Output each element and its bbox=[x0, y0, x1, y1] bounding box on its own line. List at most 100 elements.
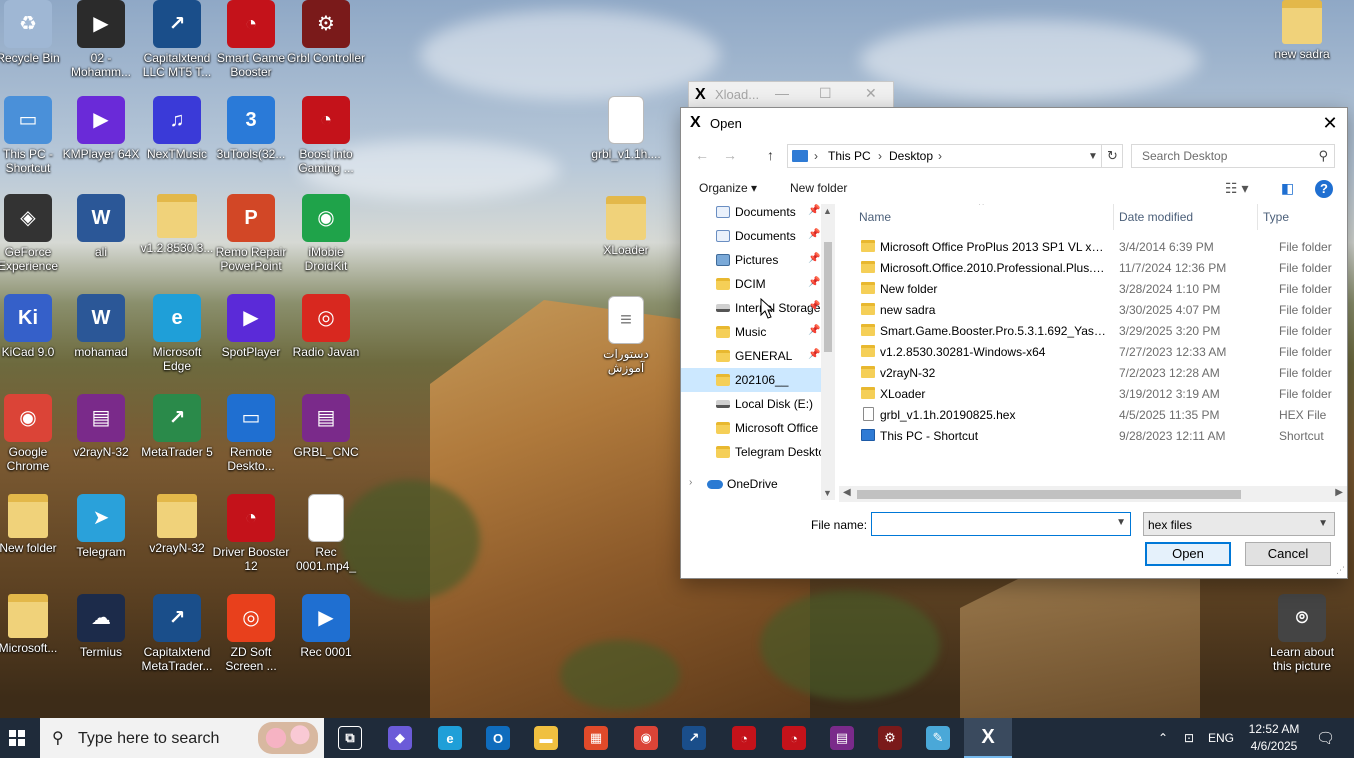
taskbar-app-button[interactable]: ▤ bbox=[818, 718, 866, 758]
taskbar-app-button[interactable]: ⚙ bbox=[866, 718, 914, 758]
scroll-down-icon[interactable]: ▼ bbox=[823, 488, 832, 498]
file-type-select[interactable]: hex files ▼ bbox=[1143, 512, 1335, 536]
desktop-shortcut[interactable]: ◈ GeForce Experience bbox=[0, 194, 68, 273]
desktop-shortcut[interactable]: ▶ 02 - Mohamm... bbox=[61, 0, 141, 79]
file-row[interactable]: v1.2.8530.30281-Windows-x64 7/27/2023 12:… bbox=[839, 341, 1347, 362]
expand-chevron-icon[interactable]: › bbox=[689, 477, 692, 488]
view-options-icon[interactable]: ☷ ▾ bbox=[1225, 180, 1248, 197]
scrollbar-thumb[interactable] bbox=[857, 490, 1241, 499]
start-button[interactable] bbox=[0, 718, 34, 758]
desktop-shortcut[interactable]: e Microsoft Edge bbox=[137, 294, 217, 373]
navigation-scrollbar[interactable]: ▲ ▼ bbox=[821, 204, 835, 500]
desktop-shortcut[interactable]: XLoader bbox=[586, 196, 666, 257]
desktop-shortcut[interactable]: ◔ Boost into Gaming ... bbox=[286, 96, 366, 175]
nav-item[interactable]: Pictures 📌 bbox=[681, 248, 821, 272]
taskbar-app-button[interactable]: ◆ bbox=[376, 718, 424, 758]
taskbar-app-button[interactable]: O bbox=[474, 718, 522, 758]
taskbar-app-button[interactable]: X bbox=[964, 718, 1012, 758]
file-name-input[interactable] bbox=[872, 513, 1108, 535]
desktop-shortcut[interactable]: ⚙ Grbl Controller bbox=[286, 0, 366, 65]
desktop-shortcut[interactable]: ▭ Remote Deskto... bbox=[211, 394, 291, 473]
scroll-up-icon[interactable]: ▲ bbox=[823, 206, 832, 216]
nav-item[interactable]: GENERAL 📌 bbox=[681, 344, 821, 368]
file-row[interactable]: New folder 3/28/2024 1:10 PM File folder bbox=[839, 278, 1347, 299]
taskbar-app-button[interactable]: ⧉ bbox=[326, 718, 374, 758]
breadcrumb-desktop[interactable]: Desktop bbox=[889, 149, 933, 163]
column-name[interactable]: Name bbox=[859, 210, 891, 224]
file-row[interactable]: XLoader 3/19/2012 3:19 AM File folder bbox=[839, 383, 1347, 404]
notifications-icon[interactable]: 🗨 bbox=[1316, 718, 1335, 758]
desktop-shortcut[interactable]: Wali bbox=[61, 194, 141, 259]
nav-item[interactable]: Microsoft Office bbox=[681, 416, 821, 440]
nav-item[interactable]: Documents 📌 bbox=[681, 204, 821, 224]
column-date-modified[interactable]: Date modified bbox=[1119, 210, 1193, 224]
help-icon[interactable]: ? bbox=[1315, 180, 1333, 198]
network-icon[interactable]: ⊡ bbox=[1184, 718, 1194, 758]
desktop-shortcut[interactable]: P Remo Repair PowerPoint bbox=[211, 194, 291, 273]
desktop-shortcut[interactable]: ≡ دستورات آموزش bbox=[586, 296, 666, 375]
column-type[interactable]: Type bbox=[1263, 210, 1289, 224]
taskbar-search-box[interactable]: ⚲ Type here to search bbox=[40, 718, 324, 758]
preview-pane-icon[interactable]: ◧ bbox=[1281, 180, 1294, 197]
desktop-shortcut[interactable]: ◔ Smart Game Booster bbox=[211, 0, 291, 79]
taskbar-app-button[interactable]: ↗ bbox=[670, 718, 718, 758]
file-row[interactable]: grbl_v1.1h.20190825.hex 4/5/2025 11:35 PM… bbox=[839, 404, 1347, 425]
maximize-icon[interactable]: ☐ bbox=[819, 85, 832, 102]
chevron-down-icon[interactable]: ▼ bbox=[1088, 151, 1098, 162]
desktop-shortcut[interactable]: ➤ Telegram bbox=[61, 494, 141, 559]
up-icon[interactable]: ↑ bbox=[767, 147, 774, 163]
minimize-icon[interactable]: — bbox=[775, 85, 789, 101]
nav-item[interactable]: Documents 📌 bbox=[681, 224, 821, 248]
desktop-shortcut[interactable]: Wmohamad bbox=[61, 294, 141, 359]
desktop-shortcut[interactable]: v1.2.8530.3... bbox=[137, 194, 217, 255]
taskbar-app-button[interactable]: ◉ bbox=[622, 718, 670, 758]
desktop-shortcut[interactable]: ◔ Driver Booster 12 bbox=[211, 494, 291, 573]
breadcrumb-this-pc[interactable]: This PC bbox=[828, 149, 871, 163]
chevron-down-icon[interactable]: ▼ bbox=[1116, 517, 1126, 528]
nav-item[interactable]: Local Disk (E:) bbox=[681, 392, 821, 416]
file-name-field[interactable]: ▼ bbox=[871, 512, 1131, 536]
nav-item[interactable]: › OneDrive bbox=[681, 472, 821, 496]
desktop-shortcut[interactable]: ▶ SpotPlayer bbox=[211, 294, 291, 359]
address-bar[interactable]: › This PC › Desktop › ▼ bbox=[787, 144, 1123, 168]
refresh-icon[interactable]: ↻ bbox=[1101, 144, 1123, 168]
desktop-shortcut[interactable]: Ki KiCad 9.0 bbox=[0, 294, 68, 359]
desktop-shortcut[interactable]: ↗ Capitalxtend MetaTrader... bbox=[137, 594, 217, 673]
desktop-shortcut[interactable]: grbl_v1.1h.... bbox=[586, 96, 666, 161]
column-divider[interactable] bbox=[1257, 204, 1258, 230]
show-hidden-icons[interactable]: ⌃ bbox=[1158, 718, 1168, 758]
resize-grip-icon[interactable]: ⋰ bbox=[1336, 565, 1345, 576]
input-language[interactable]: ENG bbox=[1208, 718, 1234, 758]
horizontal-scrollbar[interactable]: ◀ ▶ bbox=[839, 486, 1347, 502]
desktop-shortcut[interactable]: 3 3uTools(32... bbox=[211, 96, 291, 161]
desktop-shortcut[interactable]: ⌾ Learn about this picture bbox=[1262, 594, 1342, 673]
taskbar-app-button[interactable]: ▦ bbox=[572, 718, 620, 758]
desktop-shortcut[interactable]: ♻ Recycle Bin bbox=[0, 0, 68, 65]
desktop-shortcut[interactable]: ▶ Rec 0001 bbox=[286, 594, 366, 659]
nav-item[interactable]: Telegram Deskto bbox=[681, 440, 825, 464]
new-folder-button[interactable]: New folder bbox=[790, 181, 847, 195]
file-row[interactable]: Microsoft Office ProPlus 2013 SP1 VL x64… bbox=[839, 236, 1347, 257]
desktop-shortcut[interactable]: ◎ ZD Soft Screen ... bbox=[211, 594, 291, 673]
taskbar-app-button[interactable]: ✎ bbox=[914, 718, 962, 758]
desktop-shortcut[interactable]: ▤ GRBL_CNC bbox=[286, 394, 366, 459]
desktop-shortcut[interactable]: ☁ Termius bbox=[61, 594, 141, 659]
desktop-shortcut[interactable]: ▭ This PC - Shortcut bbox=[0, 96, 68, 175]
taskbar-app-button[interactable]: e bbox=[426, 718, 474, 758]
nav-item[interactable]: Music 📌 bbox=[681, 320, 821, 344]
back-icon[interactable]: ← bbox=[695, 147, 709, 163]
taskbar-app-button[interactable]: ◔ bbox=[720, 718, 768, 758]
desktop-shortcut[interactable]: ◉ iMobie DroidKit bbox=[286, 194, 366, 273]
system-clock[interactable]: 12:52 AM 4/6/2025 bbox=[1242, 721, 1306, 755]
desktop-shortcut[interactable]: ▤ v2rayN-32 bbox=[61, 394, 141, 459]
nav-item[interactable]: Internal Storage 📌 bbox=[681, 296, 821, 320]
file-row[interactable]: Microsoft.Office.2010.Professional.Plus.… bbox=[839, 257, 1347, 278]
desktop-shortcut[interactable]: new sadra bbox=[1262, 0, 1342, 61]
forward-icon[interactable]: → bbox=[723, 147, 737, 163]
organize-button[interactable]: Organize ▾ bbox=[699, 181, 757, 195]
close-icon[interactable]: ✕ bbox=[865, 85, 877, 102]
file-row[interactable]: new sadra 3/30/2025 4:07 PM File folder bbox=[839, 299, 1347, 320]
search-input[interactable]: Search Desktop ⚲ bbox=[1131, 144, 1335, 168]
desktop-shortcut[interactable]: ◉ Google Chrome bbox=[0, 394, 68, 473]
desktop-shortcut[interactable]: ◎ Radio Javan bbox=[286, 294, 366, 359]
